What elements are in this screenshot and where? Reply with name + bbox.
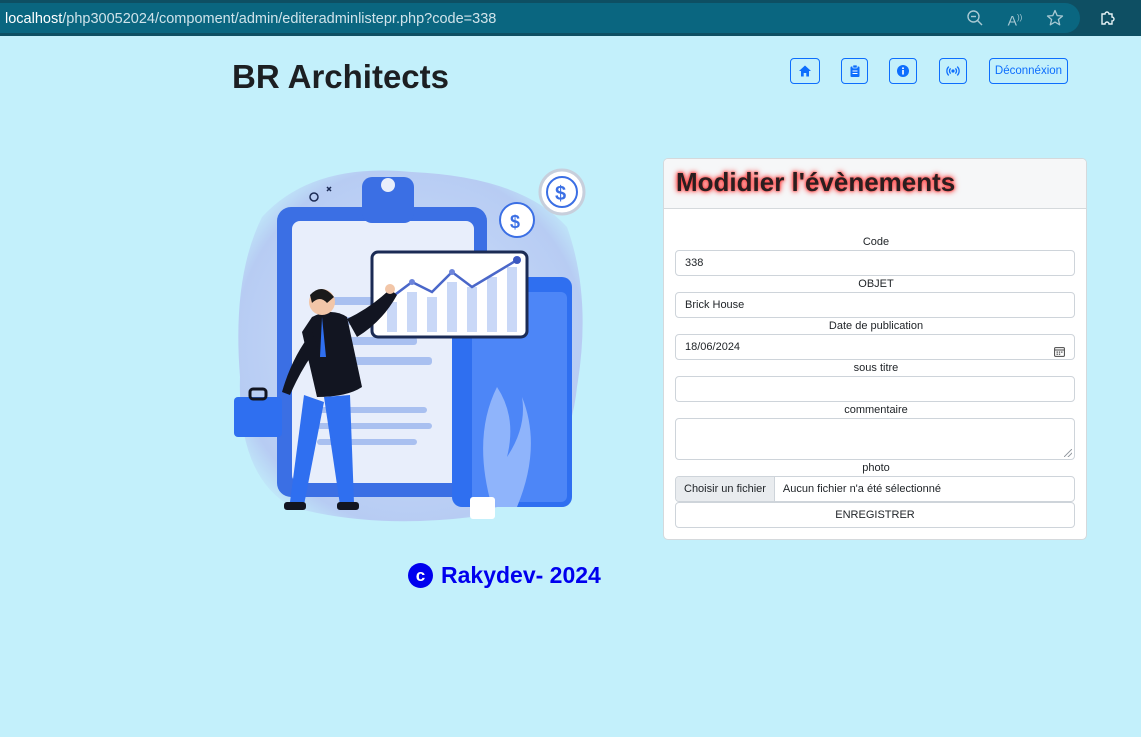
broadcast-button[interactable]	[939, 58, 967, 84]
info-button[interactable]	[889, 58, 917, 84]
date-field[interactable]: 18/06/2024	[675, 334, 1075, 360]
edit-event-card: Modidier l'évènements Code 338 OBJET Bri…	[663, 158, 1087, 540]
objet-label: OBJET	[858, 278, 894, 290]
svg-text:$: $	[510, 212, 520, 232]
address-bar[interactable]: localhost/php30052024/compoment/admin/ed…	[0, 3, 1080, 33]
commentaire-textarea[interactable]	[675, 418, 1075, 460]
svg-text:$: $	[555, 183, 566, 205]
copyright-icon: c	[408, 563, 433, 588]
file-name-text: Aucun fichier n'a été sélectionné	[782, 483, 941, 495]
photo-file-input[interactable]: Choisir un fichier Aucun fichier n'a été…	[675, 476, 1075, 502]
footer-text: Rakydev- 2024	[441, 562, 601, 588]
hero-illustration: $ $	[222, 157, 590, 524]
read-aloud-icon[interactable]: A))	[1005, 8, 1025, 29]
address-url[interactable]: localhost/php30052024/compoment/admin/ed…	[5, 11, 496, 27]
objet-field[interactable]: Brick House	[675, 292, 1075, 318]
form-title: Modidier l'évènements	[676, 167, 956, 197]
code-field[interactable]: 338	[675, 250, 1075, 276]
footer: c Rakydev- 2024	[408, 562, 601, 589]
photo-label: photo	[862, 462, 890, 474]
clipboard-button[interactable]	[841, 58, 868, 84]
home-button[interactable]	[790, 58, 820, 84]
date-value: 18/06/2024	[685, 341, 741, 353]
info-icon	[896, 64, 910, 78]
card-header: Modidier l'évènements	[664, 159, 1086, 209]
commentaire-label: commentaire	[844, 404, 908, 416]
resize-handle-icon[interactable]	[1064, 449, 1072, 457]
sous-titre-field[interactable]	[675, 376, 1075, 402]
code-label: Code	[862, 236, 890, 248]
zoom-out-icon[interactable]	[965, 8, 985, 28]
browser-toolbar: localhost/php30052024/compoment/admin/ed…	[0, 0, 1141, 36]
save-button[interactable]: ENREGISTRER	[675, 502, 1075, 528]
logout-button[interactable]: Déconnéxion	[989, 58, 1068, 84]
clipboard-icon	[849, 64, 861, 78]
site-brand: BR Architects	[232, 58, 449, 95]
broadcast-icon	[946, 64, 960, 78]
choose-file-button[interactable]: Choisir un fichier	[676, 477, 775, 501]
sous-titre-label: sous titre	[853, 362, 899, 374]
favorite-star-icon[interactable]	[1045, 8, 1065, 28]
home-icon	[798, 64, 812, 78]
logout-label: Déconnéxion	[994, 65, 1063, 77]
extensions-icon[interactable]	[1098, 8, 1118, 28]
date-label: Date de publication	[828, 320, 924, 332]
